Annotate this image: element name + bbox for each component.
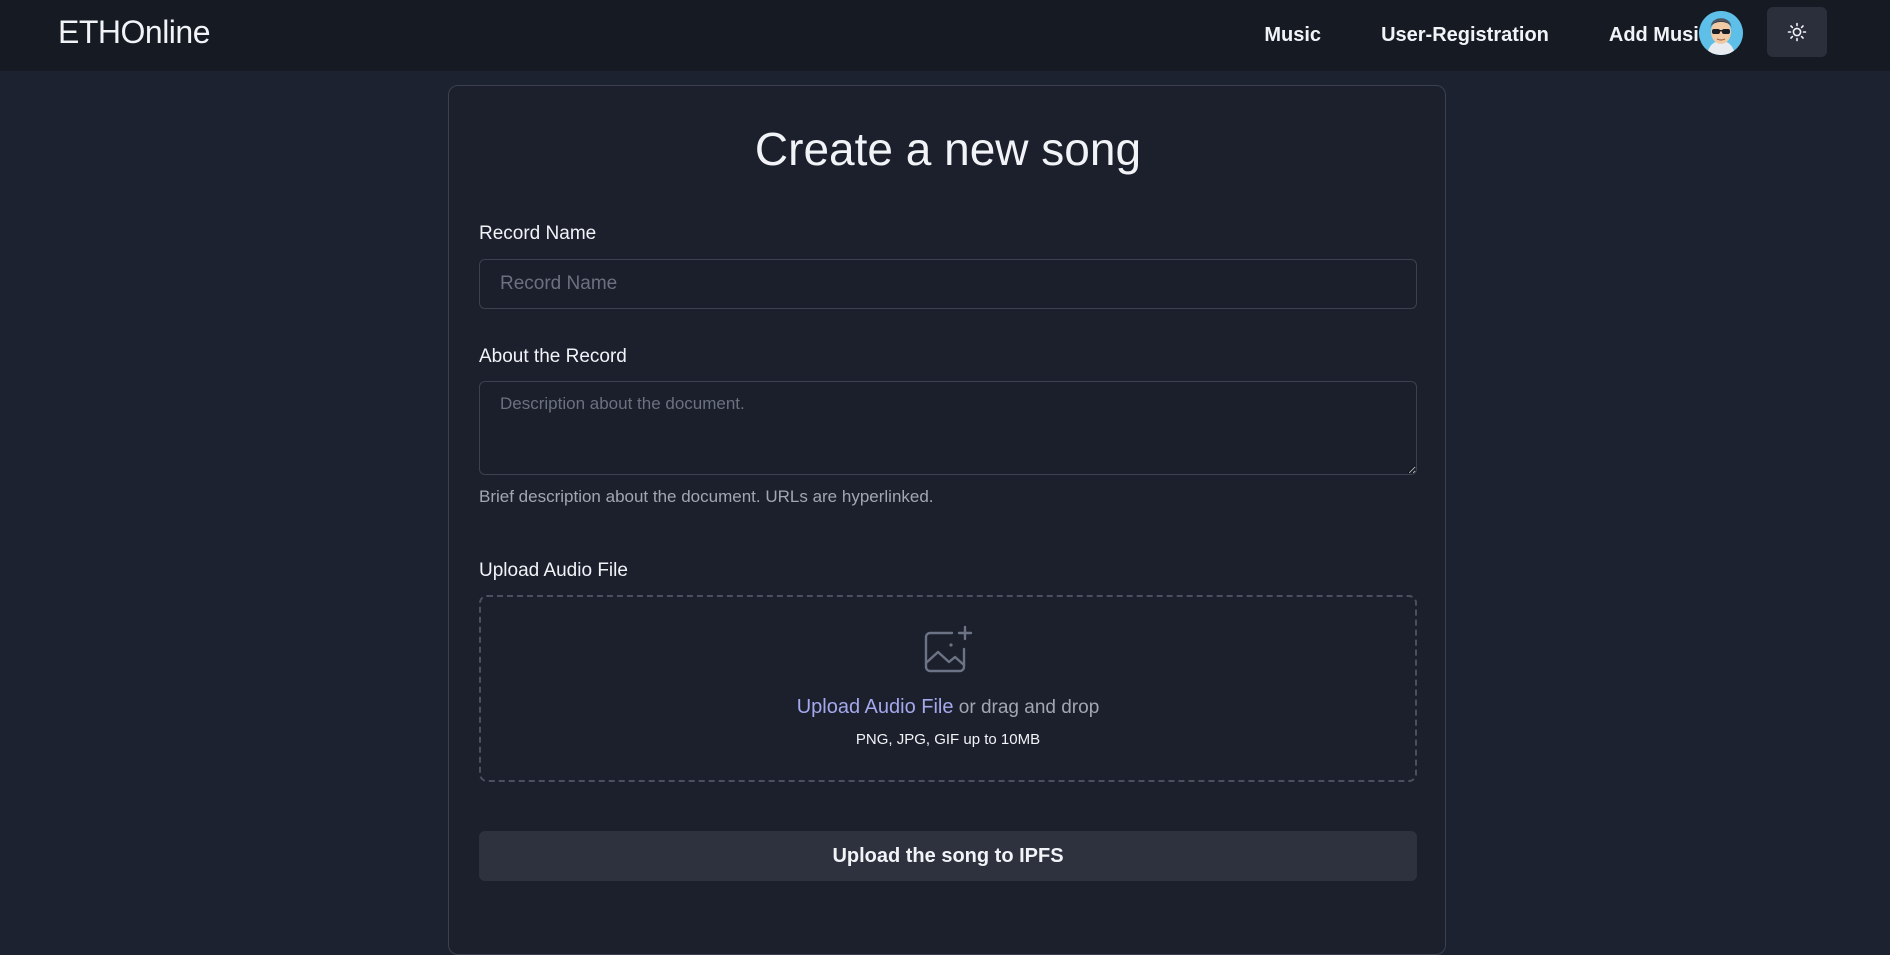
top-navbar: ETHOnline Music User-Registration Add Mu…: [0, 0, 1890, 71]
record-name-input[interactable]: [479, 259, 1417, 309]
audio-dropzone[interactable]: Upload Audio File or drag and drop PNG, …: [479, 595, 1417, 782]
upload-to-ipfs-button[interactable]: Upload the song to IPFS: [479, 831, 1417, 881]
theme-toggle-button[interactable]: [1767, 7, 1827, 57]
about-record-label: About the Record: [479, 346, 627, 367]
upload-audio-file-link[interactable]: Upload Audio File: [797, 696, 954, 718]
sun-icon: [1787, 22, 1807, 42]
upload-audio-label: Upload Audio File: [479, 560, 628, 581]
file-type-hint: PNG, JPG, GIF up to 10MB: [855, 731, 1041, 748]
user-avatar[interactable]: [1699, 11, 1743, 55]
nav-link-music[interactable]: Music: [1264, 24, 1321, 47]
nav-links: Music User-Registration Add Music: [1204, 0, 1710, 71]
nav-link-add-music[interactable]: Add Music: [1609, 24, 1710, 47]
image-add-icon: [924, 625, 973, 673]
record-name-label: Record Name: [479, 223, 597, 244]
drag-and-drop-text: or drag and drop: [953, 697, 1100, 718]
dropzone-instructions: Upload Audio File or drag and drop: [481, 696, 1415, 719]
page-title: Create a new song: [754, 123, 1142, 175]
brand-logo-link[interactable]: ETHOnline: [58, 14, 211, 51]
avatar-sunglasses-icon: [1699, 11, 1743, 55]
about-help-text: Brief description about the document. UR…: [479, 487, 934, 506]
create-song-card: Create a new song Record Name About the …: [448, 85, 1446, 955]
nav-link-user-registration[interactable]: User-Registration: [1381, 24, 1549, 47]
about-record-textarea[interactable]: [479, 381, 1417, 475]
